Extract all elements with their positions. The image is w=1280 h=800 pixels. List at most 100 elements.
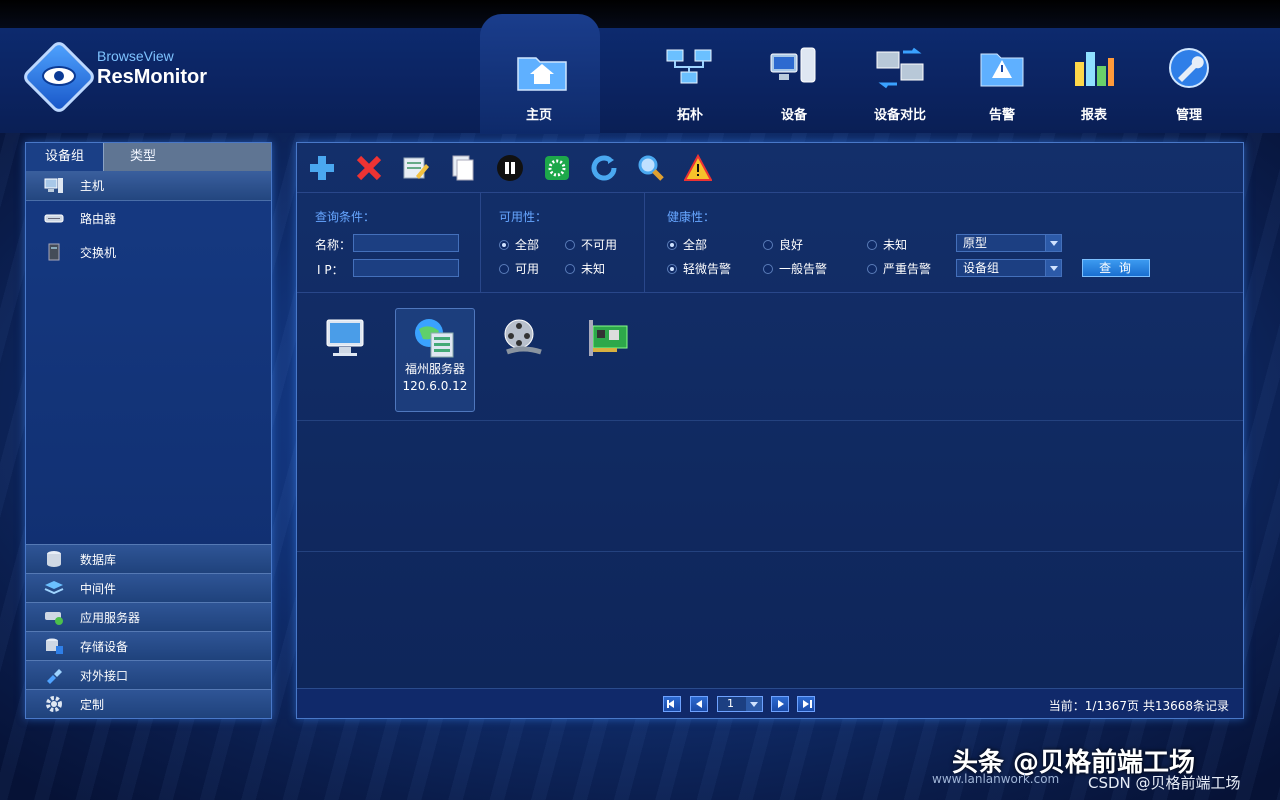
sidebar-item-database[interactable]: 数据库 [26, 544, 271, 573]
app-logo: BrowseView ResMonitor [20, 38, 232, 116]
sidebar-item-label: 存储设备 [80, 639, 129, 654]
availability-unavailable-radio[interactable]: 不可用 [565, 236, 617, 253]
sidebar-item-host[interactable]: 主机 [26, 171, 271, 201]
name-label: 名称： [315, 238, 352, 252]
nav-manage[interactable]: 管理 [1147, 42, 1231, 126]
loading-icon [545, 155, 569, 180]
warning-icon [684, 153, 712, 181]
report-chart-icon [1069, 46, 1119, 90]
radio-label: 一般告警 [779, 262, 828, 276]
radio-dot [667, 239, 677, 250]
refresh-button[interactable] [589, 153, 619, 183]
device-card-host[interactable] [305, 308, 385, 412]
health-all-radio[interactable]: 全部 [667, 236, 707, 253]
chevron-down-icon [1045, 260, 1061, 276]
radio-dot [565, 239, 575, 250]
sidebar-item-middleware[interactable]: 中间件 [26, 573, 271, 602]
availability-all-radio[interactable]: 全部 [499, 236, 539, 253]
group-select[interactable]: 设备组 [956, 259, 1062, 277]
nav-device[interactable]: 设备 [752, 42, 836, 126]
prev-page-button[interactable] [690, 696, 708, 712]
grid-divider [297, 420, 1243, 421]
sidebar-item-switch[interactable]: 交换机 [26, 235, 271, 269]
device-card-server[interactable]: 福州服务器 120.6.0.12 [395, 308, 475, 412]
edit-icon [403, 157, 429, 179]
delete-x-icon [356, 155, 382, 180]
radio-label: 严重告警 [883, 262, 932, 276]
radio-dot [867, 239, 877, 250]
sidebar-item-storage[interactable]: 存储设备 [26, 631, 271, 660]
nav-home[interactable]: 主页 [497, 42, 581, 126]
device-card-network-card[interactable] [569, 308, 649, 412]
type-select-value: 原型 [963, 236, 988, 250]
database-icon [44, 550, 64, 568]
availability-unknown-radio[interactable]: 未知 [565, 260, 605, 277]
radio-dot [763, 239, 773, 250]
nav-topology-label: 拓朴 [676, 108, 703, 123]
health-normal-alarm-radio[interactable]: 一般告警 [763, 260, 827, 277]
health-severe-alarm-radio[interactable]: 严重告警 [867, 260, 931, 277]
edit-button[interactable] [401, 153, 431, 183]
nav-report[interactable]: 报表 [1052, 42, 1136, 126]
device-icon [769, 46, 819, 90]
radio-label: 不可用 [581, 238, 618, 252]
sidebar-item-label: 交换机 [80, 245, 117, 260]
search-button[interactable] [636, 153, 666, 183]
next-page-button[interactable] [771, 696, 789, 712]
nav-alarm-label: 告警 [988, 108, 1015, 123]
health-unknown-radio[interactable]: 未知 [867, 236, 907, 253]
router-icon [44, 209, 64, 227]
plug-icon [44, 666, 64, 684]
manage-wrench-icon [1164, 46, 1214, 90]
delete-button[interactable] [354, 153, 384, 183]
refresh-icon [591, 155, 617, 180]
availability-title: 可用性： [499, 210, 548, 224]
group-select-value: 设备组 [963, 261, 1000, 275]
availability-available-radio[interactable]: 可用 [499, 260, 539, 277]
device-ip: 120.6.0.12 [402, 379, 468, 393]
ip-input[interactable] [353, 259, 459, 277]
first-page-button[interactable] [663, 696, 681, 712]
sidebar-item-external-interface[interactable]: 对外接口 [26, 660, 271, 689]
name-input[interactable] [353, 234, 459, 252]
tab-device-group[interactable]: 设备组 [26, 143, 104, 171]
radio-dot [867, 263, 877, 274]
tab-type[interactable]: 类型 [104, 143, 182, 171]
sidebar-item-label: 应用服务器 [80, 610, 141, 625]
device-card-media[interactable] [483, 308, 563, 412]
copy-button[interactable] [448, 153, 478, 183]
query-button[interactable]: 查 询 [1082, 259, 1150, 277]
sidebar-category-list: 数据库 中间件 应用服务器 存储设备 对外接口 定制 [26, 544, 271, 718]
nav-device-compare[interactable]: 设备对比 [858, 42, 942, 126]
sidebar-item-label: 数据库 [80, 552, 117, 567]
ip-label: I P： [317, 263, 344, 277]
logo-subtitle: BrowseView [97, 48, 174, 64]
nav-device-label: 设备 [780, 108, 807, 123]
radio-label: 未知 [581, 262, 606, 276]
health-title: 健康性： [667, 210, 716, 224]
last-page-button[interactable] [797, 696, 815, 712]
pause-icon [497, 154, 523, 181]
availability-section: 可用性： 全部 不可用 可用 未知 [481, 193, 645, 293]
refresh-status-button[interactable] [542, 153, 572, 183]
query-title: 查询条件： [315, 210, 376, 224]
sidebar-item-custom[interactable]: 定制 [26, 689, 271, 718]
page-select[interactable]: 1 [717, 696, 763, 712]
chevron-down-icon [1045, 235, 1061, 251]
copy-icon [452, 155, 474, 180]
warning-button[interactable] [683, 153, 713, 183]
add-button[interactable] [307, 153, 337, 183]
nav-topology[interactable]: 拓朴 [648, 42, 732, 126]
pause-button[interactable] [495, 153, 525, 183]
type-select[interactable]: 原型 [956, 234, 1062, 252]
top-dark-bar [0, 0, 1280, 28]
nav-alarm[interactable]: 告警 [960, 42, 1044, 126]
logo-title: ResMonitor [97, 66, 207, 88]
health-good-radio[interactable]: 良好 [763, 236, 803, 253]
device-grid: 福州服务器 120.6.0.12 [297, 294, 1243, 688]
sidebar-item-app-server[interactable]: 应用服务器 [26, 602, 271, 631]
sidebar-item-router[interactable]: 路由器 [26, 201, 271, 235]
topology-icon [665, 46, 715, 90]
storage-icon [44, 637, 64, 655]
health-minor-alarm-radio[interactable]: 轻微告警 [667, 260, 731, 277]
